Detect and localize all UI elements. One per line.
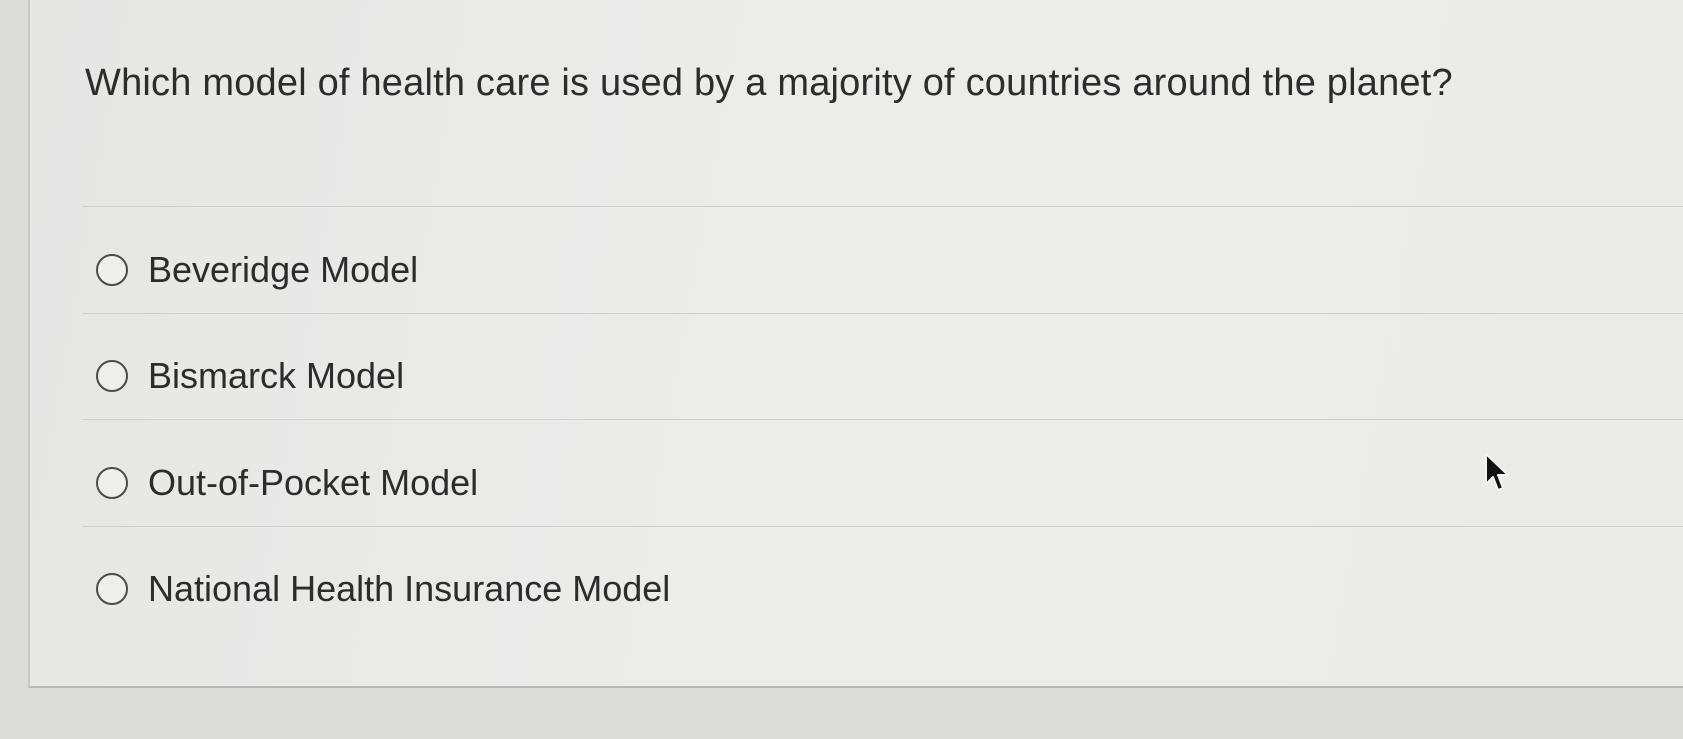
divider (82, 206, 1683, 207)
radio-button[interactable] (96, 467, 128, 499)
question-text: Which model of health care is used by a … (85, 62, 1453, 104)
option-out-of-pocket-model[interactable]: Out-of-Pocket Model (96, 453, 478, 513)
mouse-pointer-icon (1485, 453, 1509, 491)
option-bismarck-model[interactable]: Bismarck Model (96, 346, 404, 406)
option-label: National Health Insurance Model (148, 568, 671, 609)
radio-button[interactable] (96, 254, 128, 286)
option-beveridge-model[interactable]: Beveridge Model (96, 240, 418, 300)
radio-button[interactable] (96, 360, 128, 392)
option-national-health-insurance-model[interactable]: National Health Insurance Model (96, 559, 670, 619)
option-label: Out-of-Pocket Model (148, 462, 479, 503)
divider (82, 526, 1683, 527)
radio-button[interactable] (96, 573, 128, 605)
option-label: Bismarck Model (148, 355, 405, 396)
option-label: Beveridge Model (148, 249, 419, 290)
divider (82, 313, 1683, 314)
divider (82, 419, 1683, 420)
